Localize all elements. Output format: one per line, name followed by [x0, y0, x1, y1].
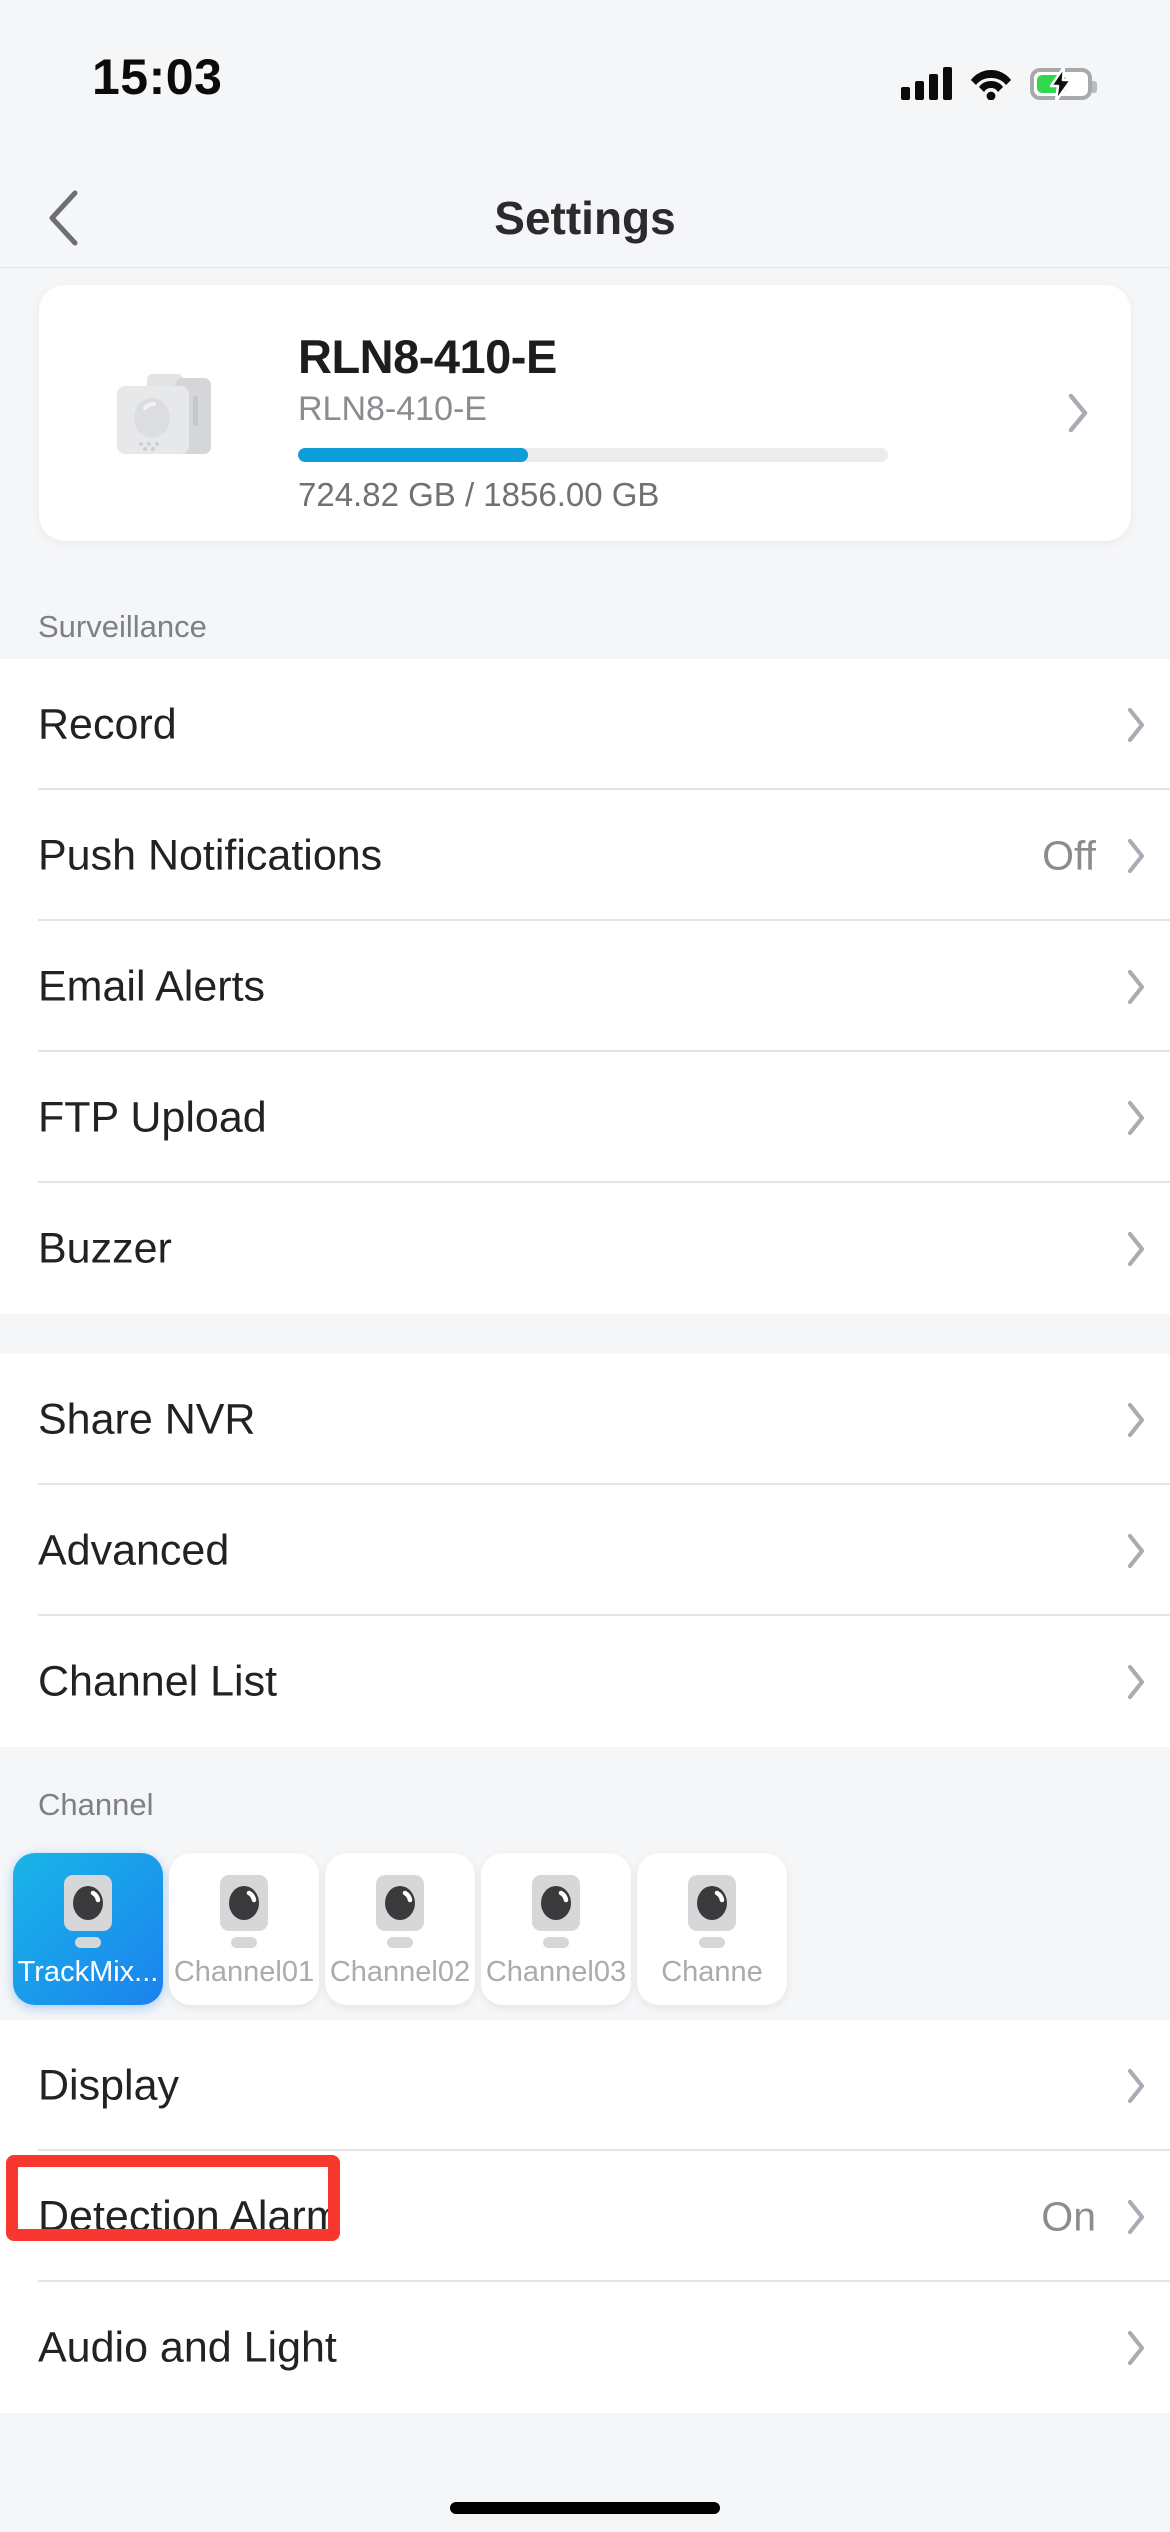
charging-bolt-icon	[1049, 67, 1073, 101]
row-label: FTP Upload	[38, 1093, 267, 1141]
settings-row-push-notifications[interactable]: Push Notifications Off	[0, 790, 1170, 921]
section-header-label: Surveillance	[38, 609, 207, 644]
channel-selector[interactable]: TrackMix... Channel01 Channel02 Channel03 Ch…	[0, 1837, 1170, 2020]
page-title: Settings	[494, 192, 676, 244]
device-name: RLN8-410-E	[298, 330, 557, 383]
settings-group: Record Push Notifications Off Email Alerts F…	[0, 659, 1170, 1314]
nvr-device-icon	[117, 374, 211, 454]
settings-row-buzzer[interactable]: Buzzer	[0, 1183, 1170, 1314]
navigation-bar: Settings	[0, 168, 1170, 268]
channel-label: Channel03	[485, 1956, 627, 1988]
row-label: Display	[38, 2061, 179, 2109]
device-model: RLN8-410-E	[298, 390, 487, 428]
status-icons	[901, 54, 1097, 101]
channel-label: Channe	[661, 1956, 763, 1988]
channel-label: Channel02	[329, 1956, 471, 1988]
chevron-right-icon	[1127, 1664, 1145, 1699]
settings-row-audio-and-light[interactable]: Audio and Light	[0, 2282, 1170, 2413]
camera-icon	[532, 1875, 580, 1948]
row-label: Record	[38, 700, 177, 748]
chevron-right-icon	[1127, 2199, 1145, 2234]
storage-progress-bar	[298, 448, 888, 462]
settings-row-ftp-upload[interactable]: FTP Upload	[0, 1052, 1170, 1183]
device-card[interactable]: RLN8-410-E RLN8-410-E 724.82 GB / 1856.0…	[39, 285, 1131, 541]
row-label: Buzzer	[38, 1224, 172, 1272]
settings-row-channel-list[interactable]: Channel List	[0, 1616, 1170, 1747]
camera-icon	[376, 1875, 424, 1948]
row-label: Audio and Light	[38, 2323, 337, 2371]
chevron-right-icon	[1127, 707, 1145, 742]
battery-charging-icon	[1030, 67, 1097, 101]
camera-icon	[64, 1875, 112, 1948]
channel-card-0[interactable]: TrackMix...	[13, 1853, 163, 2005]
row-label: Email Alerts	[38, 962, 266, 1010]
chevron-right-icon	[1127, 838, 1145, 873]
settings-row-detection-alarm[interactable]: Detection Alarm On	[0, 2151, 1170, 2282]
storage-text: 724.82 GB / 1856.00 GB	[298, 476, 660, 513]
camera-icon	[688, 1875, 736, 1948]
row-value: Off	[1042, 832, 1096, 878]
row-label: Detection Alarm	[38, 2192, 342, 2240]
settings-row-email-alerts[interactable]: Email Alerts	[0, 921, 1170, 1052]
section-header-label: Channel	[38, 1787, 154, 1822]
chevron-right-icon	[1127, 1533, 1145, 1568]
chevron-right-icon	[1127, 2330, 1145, 2365]
bottom-safe-area	[0, 2490, 1170, 2532]
chevron-right-icon	[1068, 393, 1088, 433]
channel-card-2[interactable]: Channel02	[325, 1853, 475, 2005]
chevron-right-icon	[1127, 969, 1145, 1004]
settings-row-display[interactable]: Display	[0, 2020, 1170, 2151]
row-label: Advanced	[38, 1526, 230, 1574]
section-header: Channel	[0, 1747, 1170, 1837]
cellular-signal-icon	[901, 66, 952, 100]
storage-progress-fill	[298, 448, 529, 462]
section-header: Surveillance	[0, 559, 1170, 659]
channel-card-3[interactable]: Channel03	[481, 1853, 631, 2005]
chevron-right-icon	[1127, 1100, 1145, 1135]
home-indicator	[450, 2502, 720, 2514]
settings-row-advanced[interactable]: Advanced	[0, 1485, 1170, 1616]
row-label: Push Notifications	[38, 831, 383, 879]
camera-icon	[220, 1875, 268, 1948]
settings-row-share-nvr[interactable]: Share NVR	[0, 1354, 1170, 1485]
wifi-icon	[971, 70, 1011, 100]
row-value: On	[1041, 2193, 1096, 2239]
chevron-right-icon	[1127, 1402, 1145, 1437]
chevron-right-icon	[1127, 2068, 1145, 2103]
phone-screen: 15:03 Settings RLN8-410-E RLN8-410-E 724…	[0, 0, 1170, 2532]
row-label: Channel List	[38, 1657, 278, 1705]
status-time: 15:03	[92, 49, 223, 105]
settings-scroll-view[interactable]: RLN8-410-E RLN8-410-E 724.82 GB / 1856.0…	[0, 269, 1170, 2532]
status-bar: 15:03	[0, 0, 1170, 168]
settings-row-record[interactable]: Record	[0, 659, 1170, 790]
row-label: Share NVR	[38, 1395, 256, 1443]
channel-card-4[interactable]: Channe	[637, 1853, 787, 2005]
settings-group: Share NVR Advanced Channel List	[0, 1354, 1170, 1747]
channel-card-1[interactable]: Channel01	[169, 1853, 319, 2005]
settings-group: Display Detection Alarm On Audio and Light	[0, 2020, 1170, 2413]
chevron-right-icon	[1127, 1231, 1145, 1266]
channel-label: TrackMix...	[17, 1956, 159, 1988]
channel-label: Channel01	[173, 1956, 315, 1988]
